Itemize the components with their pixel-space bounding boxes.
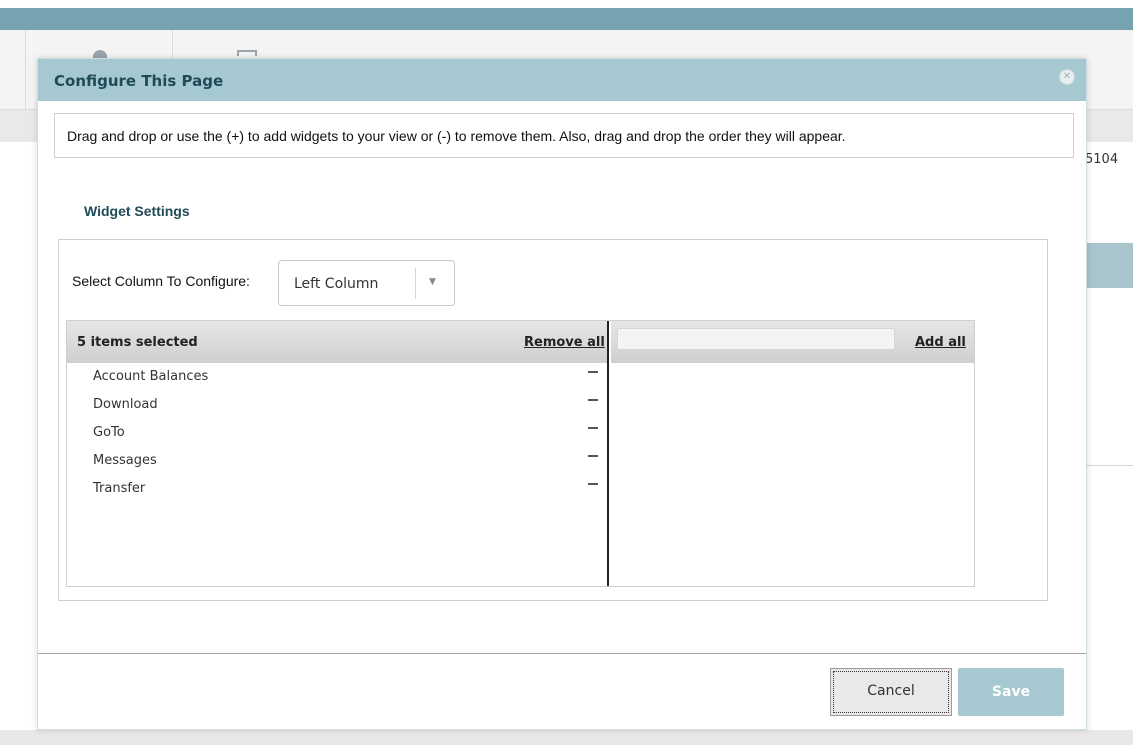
remove-icon[interactable] [588, 427, 598, 429]
list-item-label: GoTo [93, 425, 125, 440]
list-item[interactable]: GoTo [67, 419, 607, 447]
remove-icon[interactable] [588, 399, 598, 401]
dialog-header: Configure This Page ✕ [38, 59, 1086, 101]
remove-icon[interactable] [588, 371, 598, 373]
close-icon[interactable]: ✕ [1059, 69, 1075, 85]
background-header-bar [0, 8, 1133, 30]
person-icon [93, 50, 107, 58]
document-icon [237, 50, 257, 56]
background-divider [1085, 465, 1133, 466]
selected-list-body: Account Balances Download GoTo Messages [67, 363, 607, 503]
selected-count-label: 5 items selected [77, 335, 198, 350]
available-list-header: Add all [611, 321, 974, 363]
save-button[interactable]: Save [958, 668, 1064, 716]
instruction-text: Drag and drop or use the (+) to add widg… [54, 113, 1074, 158]
selected-widgets-list: 5 items selected Remove all Account Bala… [67, 321, 609, 586]
column-select-label: Select Column To Configure: [72, 273, 250, 289]
add-all-link[interactable]: Add all [915, 335, 966, 350]
dialog-title: Configure This Page [54, 72, 224, 90]
background-topbar [0, 0, 1133, 8]
list-item-label: Transfer [93, 481, 146, 496]
footer-divider [38, 653, 1086, 654]
chevron-down-icon[interactable]: ▼ [429, 277, 436, 287]
background-highlight-block [1085, 243, 1133, 288]
dropdown-divider [415, 268, 416, 299]
available-widgets-list: Add all [611, 321, 974, 586]
list-item[interactable]: Transfer [67, 475, 607, 503]
background-footer [0, 730, 1133, 745]
selected-list-header: 5 items selected Remove all [67, 321, 607, 363]
remove-icon[interactable] [588, 483, 598, 485]
cancel-button[interactable]: Cancel [830, 668, 952, 716]
widget-search-input[interactable] [617, 328, 895, 350]
column-select-dropdown[interactable]: Left Column ▼ [278, 260, 455, 306]
remove-icon[interactable] [588, 455, 598, 457]
widget-settings-heading: Widget Settings [84, 203, 190, 219]
remove-all-link[interactable]: Remove all [524, 335, 605, 350]
background-account-number: 5104 [1085, 152, 1119, 167]
widget-settings-panel: Select Column To Configure: Left Column … [58, 239, 1048, 601]
column-select-value: Left Column [294, 276, 379, 292]
background-tab-divider [25, 30, 26, 110]
list-item[interactable]: Account Balances [67, 363, 607, 391]
list-item[interactable]: Download [67, 391, 607, 419]
widget-lists: 5 items selected Remove all Account Bala… [66, 320, 975, 587]
list-item-label: Download [93, 397, 158, 412]
list-item-label: Account Balances [93, 369, 209, 384]
configure-page-dialog: Configure This Page ✕ Drag and drop or u… [37, 58, 1087, 730]
list-item-label: Messages [93, 453, 157, 468]
list-item[interactable]: Messages [67, 447, 607, 475]
